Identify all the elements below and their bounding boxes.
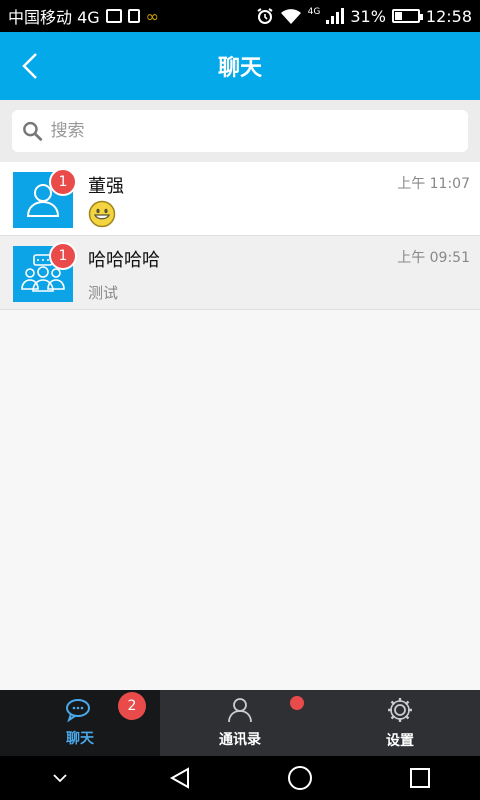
wifi-icon — [280, 9, 301, 24]
tab-dot — [290, 696, 304, 710]
carrier-label: 中国移动 4G — [8, 8, 100, 27]
chat-name: 董强 — [88, 176, 124, 197]
status-bar: 中国移动 4G ∞ 4G 31% 12:58 — [0, 0, 480, 32]
contacts-icon — [228, 698, 252, 723]
infinity-icon: ∞ — [145, 6, 159, 26]
chat-list: 1 董强 上午 11:07 1 哈哈哈哈 上午 09:51 测试 — [0, 162, 480, 310]
circle-home-icon — [288, 766, 312, 790]
system-nav-bar — [0, 756, 480, 800]
clock: 12:58 — [425, 6, 472, 26]
image-icon — [105, 9, 122, 23]
unread-badge: 1 — [49, 168, 77, 196]
chevron-left-icon — [22, 53, 37, 79]
unread-badge: 1 — [49, 242, 77, 270]
gear-icon — [388, 698, 412, 722]
square-recents-icon — [410, 768, 430, 788]
chat-time: 上午 11:07 — [397, 176, 470, 192]
alarm-icon — [257, 8, 273, 24]
hide-keyboard-button[interactable] — [40, 758, 80, 798]
battery-percent: 31% — [350, 6, 386, 26]
chevron-down-icon — [53, 774, 67, 783]
app-header: 聊天 — [0, 32, 480, 100]
chat-item[interactable]: 1 哈哈哈哈 上午 09:51 测试 — [0, 236, 480, 310]
sim-icon — [127, 9, 140, 23]
tab-label: 聊天 — [66, 731, 94, 747]
tab-settings[interactable]: 设置 — [320, 690, 480, 756]
nav-home-button[interactable] — [280, 758, 320, 798]
tab-chat[interactable]: 聊天 2 — [0, 690, 160, 756]
tab-label: 设置 — [386, 733, 414, 749]
battery-icon — [391, 9, 423, 23]
tab-bar: 聊天 2 通讯录 设置 — [0, 690, 480, 756]
page-title: 聊天 — [217, 56, 262, 81]
chat-item[interactable]: 1 董强 上午 11:07 — [0, 162, 480, 236]
back-button[interactable] — [14, 50, 46, 82]
tab-label: 通讯录 — [219, 732, 261, 748]
search-bar — [0, 100, 480, 162]
nav-back-button[interactable] — [160, 758, 200, 798]
search-box[interactable] — [12, 110, 468, 152]
search-icon — [23, 121, 43, 141]
tab-badge: 2 — [118, 692, 146, 720]
search-input[interactable] — [50, 121, 458, 141]
signal-icon — [326, 8, 345, 24]
network-type-label: 4G — [307, 6, 321, 17]
tab-contacts[interactable]: 通讯录 — [160, 690, 320, 756]
smiley-emoji-icon — [88, 200, 116, 228]
chat-name: 哈哈哈哈 — [88, 250, 160, 271]
chat-icon — [66, 699, 90, 722]
nav-recents-button[interactable] — [400, 758, 440, 798]
battery-fill — [394, 12, 403, 20]
chat-time: 上午 09:51 — [397, 250, 470, 266]
triangle-back-icon — [169, 767, 189, 789]
chat-preview: 测试 — [88, 284, 119, 302]
